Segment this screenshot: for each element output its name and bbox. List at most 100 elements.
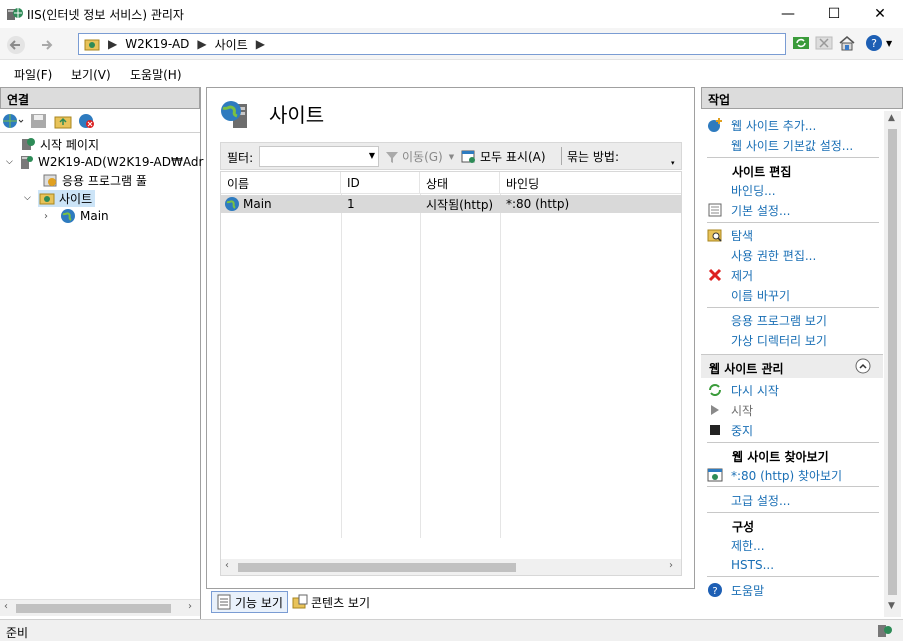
- group-by-label[interactable]: 묶는 방법:: [567, 148, 619, 165]
- forward-button[interactable]: [34, 34, 58, 56]
- help-icon: ?: [707, 582, 723, 598]
- toolbar-overflow-icon[interactable]: ▾: [671, 159, 675, 167]
- explore-folder-icon: [707, 227, 723, 243]
- tree-label: 응용 프로그램 풀: [62, 173, 147, 188]
- actions-header: 작업: [701, 87, 903, 109]
- chevron-down-icon: ⌵: [24, 193, 31, 203]
- save-icon[interactable]: [30, 113, 48, 129]
- actions-vertical-scrollbar[interactable]: ▲ ▼: [884, 111, 901, 617]
- address-folder-icon: [84, 37, 100, 51]
- action-edit-permissions[interactable]: 사용 권한 편집...: [701, 245, 883, 265]
- action-view-applications[interactable]: 응용 프로그램 보기: [701, 310, 883, 330]
- action-view-virtual-directories[interactable]: 가상 디렉터리 보기: [701, 330, 883, 350]
- svg-text:?: ?: [712, 586, 717, 597]
- minimize-button[interactable]: —: [765, 0, 811, 28]
- page-title: 사이트: [269, 103, 325, 127]
- filter-input[interactable]: ▼: [259, 146, 379, 167]
- scroll-up-icon: ▲: [888, 113, 895, 123]
- breadcrumb-server[interactable]: W2K19-AD: [125, 37, 189, 51]
- tree-item-server[interactable]: ⌵ W2K19-AD(W2K19-AD₩Adr: [6, 153, 203, 171]
- app-pool-icon: [43, 174, 57, 187]
- tree-label: W2K19-AD(W2K19-AD₩Adr: [38, 155, 204, 169]
- tree-item-sites[interactable]: ⌵ 사이트: [24, 189, 96, 207]
- menu-view[interactable]: 보기(V): [71, 66, 111, 83]
- collapse-icon[interactable]: [855, 358, 871, 374]
- action-limits[interactable]: 제한...: [701, 535, 883, 555]
- iis-app-icon: [6, 5, 24, 23]
- action-remove[interactable]: 제거: [701, 265, 883, 285]
- horizontal-scrollbar[interactable]: ‹ ›: [0, 599, 200, 616]
- funnel-icon: [386, 151, 398, 163]
- sites-folder-icon: [39, 193, 55, 205]
- table-horizontal-scrollbar[interactable]: ‹ ›: [221, 559, 681, 575]
- action-restart[interactable]: 다시 시작: [701, 380, 883, 400]
- remove-x-icon: [707, 267, 723, 283]
- action-rename[interactable]: 이름 바꾸기: [701, 285, 883, 305]
- action-basic-settings[interactable]: 기본 설정...: [701, 200, 883, 220]
- column-header-binding[interactable]: 바인딩: [500, 172, 681, 194]
- help-dropdown[interactable]: ? ▼: [865, 34, 892, 52]
- column-header-id[interactable]: ID: [341, 172, 420, 194]
- action-advanced-settings[interactable]: 고급 설정...: [701, 490, 883, 510]
- action-set-site-defaults[interactable]: 웹 사이트 기본값 설정...: [701, 135, 883, 155]
- actions-pane: 작업 웹 사이트 추가... 웹 사이트 기본값 설정... 사이트 편집 바인…: [701, 87, 903, 619]
- server-icon: [21, 156, 33, 169]
- sites-globe-icon: [219, 98, 253, 132]
- show-all-button[interactable]: 모두 표시(A): [461, 148, 546, 165]
- go-button[interactable]: 이동(G) ▼: [385, 148, 454, 165]
- content-view-icon: [292, 594, 308, 609]
- breadcrumb-sites[interactable]: 사이트: [215, 36, 248, 53]
- tree-item-start-page[interactable]: 시작 페이지: [20, 135, 99, 153]
- chevron-down-icon: ⌵: [6, 157, 13, 167]
- table-row[interactable]: Main 1 시작됨(http) *:80 (http): [221, 195, 681, 213]
- tab-features-view[interactable]: 기능 보기: [211, 591, 288, 613]
- show-all-icon: [461, 150, 475, 163]
- scroll-right-icon: ›: [188, 601, 192, 612]
- breadcrumb-arrow-icon: ▶: [197, 37, 207, 51]
- help-icon: ?: [866, 35, 882, 51]
- menu-bar: 파일(F) 보기(V) 도움말(H): [0, 61, 903, 85]
- scroll-right-icon: ›: [669, 560, 673, 571]
- action-browse-port-80[interactable]: *:80 (http) 찾아보기: [701, 465, 883, 485]
- action-start[interactable]: 시작: [701, 400, 883, 420]
- action-stop[interactable]: 중지: [701, 420, 883, 440]
- section-browse-website: 웹 사이트 찾아보기: [732, 450, 829, 464]
- breadcrumb-arrow-icon: ▶: [255, 37, 265, 51]
- stop-icon[interactable]: [815, 35, 833, 51]
- tab-content-view[interactable]: 콘텐츠 보기: [292, 591, 370, 613]
- row-binding-cell: *:80 (http): [506, 197, 570, 211]
- maximize-button[interactable]: ☐: [811, 0, 857, 28]
- scroll-thumb: [888, 129, 897, 595]
- disconnect-icon[interactable]: [78, 113, 96, 129]
- home-icon[interactable]: [838, 34, 856, 52]
- address-bar[interactable]: ▶ W2K19-AD ▶ 사이트 ▶: [78, 33, 786, 55]
- action-hsts[interactable]: HSTS...: [701, 555, 883, 575]
- action-add-website[interactable]: 웹 사이트 추가...: [701, 115, 883, 135]
- tree-item-app-pools[interactable]: 응용 프로그램 풀: [42, 171, 147, 189]
- action-bindings[interactable]: 바인딩...: [701, 180, 883, 200]
- connect-globe-icon[interactable]: [2, 113, 24, 129]
- tree-item-main[interactable]: › Main: [44, 207, 109, 225]
- tree-label: 사이트: [59, 191, 93, 206]
- menu-help[interactable]: 도움말(H): [130, 66, 182, 83]
- back-button[interactable]: [4, 34, 28, 56]
- sort-arrow-icon: ^: [275, 171, 283, 179]
- chevron-down-icon: ▼: [448, 152, 455, 161]
- menu-file[interactable]: 파일(F): [14, 66, 52, 83]
- scroll-thumb: [16, 604, 171, 613]
- close-button[interactable]: ✕: [857, 0, 903, 28]
- scroll-down-icon: ▼: [888, 601, 895, 611]
- refresh-icon[interactable]: [792, 35, 810, 51]
- up-folder-icon[interactable]: [54, 113, 72, 129]
- action-explore[interactable]: 탐색: [701, 225, 883, 245]
- action-help[interactable]: ? 도움말: [701, 580, 883, 600]
- browse-icon: [707, 467, 723, 483]
- connections-toolbar: [2, 113, 96, 129]
- globe-icon: [61, 209, 75, 223]
- row-name-cell: Main: [221, 195, 272, 213]
- sites-pane: 사이트 필터: ▼ 이동(G) ▼ 모두 표시(A) 묶는 방법: ▾ 이름 ^…: [206, 87, 695, 617]
- add-globe-icon: [707, 117, 723, 133]
- scroll-left-icon: ‹: [225, 560, 229, 571]
- connections-pane: 연결 시작 페이지 ⌵ W2K19-AD(W2K19-AD₩Adr 응용 프로그…: [0, 87, 203, 619]
- column-header-status[interactable]: 상태: [420, 172, 500, 194]
